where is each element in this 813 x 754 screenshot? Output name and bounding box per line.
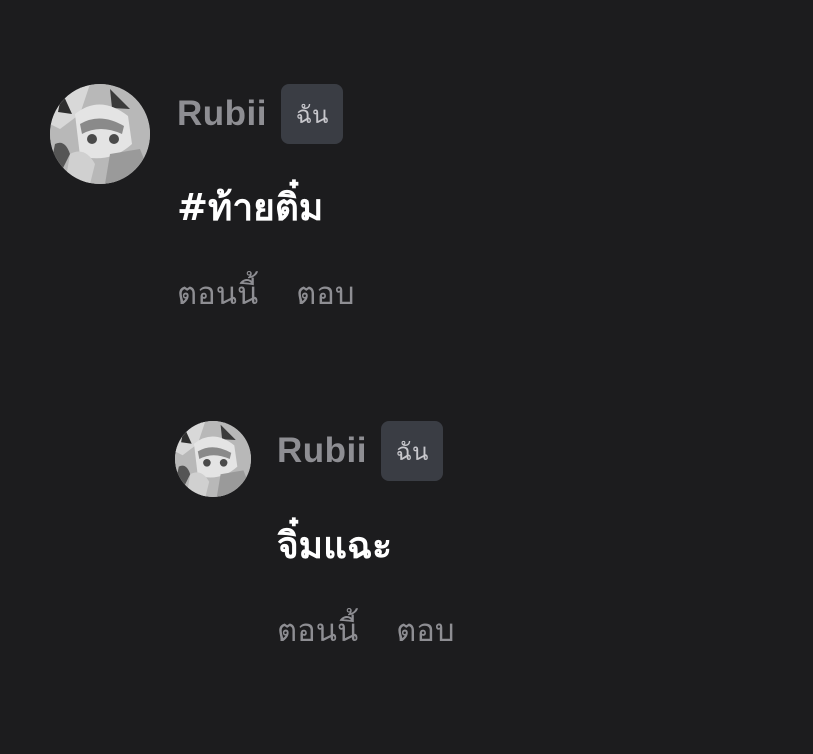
comment-text: จิ๋มแฉะ [277, 524, 392, 567]
reply-button[interactable]: ตอบ [296, 268, 354, 318]
avatar-image-icon [175, 421, 251, 497]
comment-meta: ตอนนี้ ตอบ [177, 268, 355, 318]
avatar[interactable] [50, 84, 150, 184]
username[interactable]: Rubii [177, 94, 267, 134]
comment-header: Rubii ฉัน [277, 421, 443, 481]
comment-header: Rubii ฉัน [177, 84, 343, 144]
avatar[interactable] [175, 421, 251, 497]
timestamp: ตอนนี้ [277, 613, 359, 649]
avatar-image-icon [50, 84, 150, 184]
username[interactable]: Rubii [277, 431, 367, 471]
comment-text: #ท้ายติ๋ม [177, 186, 324, 229]
comment-meta: ตอนนี้ ตอบ [277, 605, 455, 655]
me-badge: ฉัน [280, 84, 343, 144]
reply-button[interactable]: ตอบ [396, 605, 454, 655]
me-badge: ฉัน [380, 421, 443, 481]
timestamp: ตอนนี้ [177, 276, 259, 312]
